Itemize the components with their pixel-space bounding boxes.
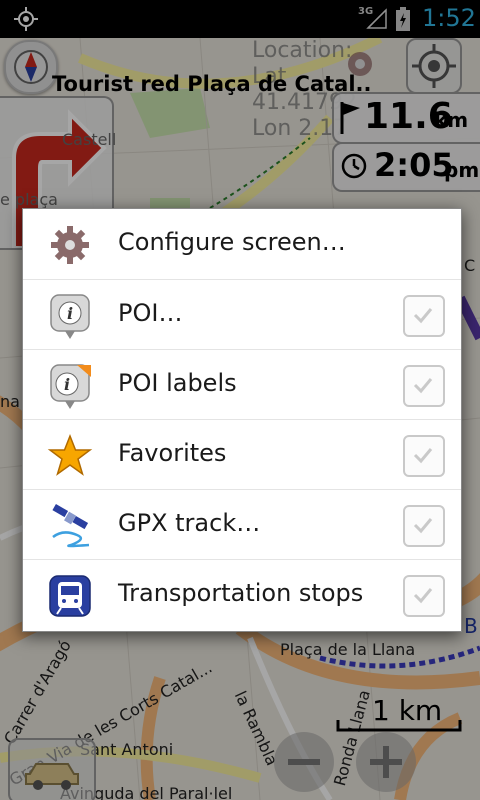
star-icon bbox=[47, 433, 93, 476]
satellite-icon bbox=[52, 504, 90, 548]
menu-item-label: POI… bbox=[118, 299, 183, 327]
menu-item-label: POI labels bbox=[118, 369, 237, 397]
check-icon bbox=[413, 308, 433, 324]
menu-item-poi-labels[interactable]: i POI labels bbox=[23, 349, 461, 420]
favorites-checkbox[interactable] bbox=[403, 435, 445, 477]
gpx-track-checkbox[interactable] bbox=[403, 505, 445, 547]
menu-item-label: Favorites bbox=[118, 439, 227, 467]
menu-item-label: GPX track… bbox=[118, 509, 261, 537]
menu-item-transportation-stops[interactable]: Transportation stops bbox=[23, 559, 461, 630]
menu-item-poi[interactable]: i POI… bbox=[23, 279, 461, 350]
check-icon bbox=[413, 378, 433, 394]
menu-item-favorites[interactable]: Favorites bbox=[23, 419, 461, 490]
poi-info-icon: i bbox=[50, 294, 90, 339]
check-icon bbox=[413, 448, 433, 464]
poi-labels-icon: i bbox=[50, 364, 91, 409]
gear-icon bbox=[51, 226, 89, 264]
poi-checkbox[interactable] bbox=[403, 295, 445, 337]
menu-item-configure-screen[interactable]: Configure screen… bbox=[23, 209, 461, 279]
menu-item-label: Configure screen… bbox=[118, 228, 346, 256]
menu-item-label: Transportation stops bbox=[118, 579, 364, 607]
poi-labels-checkbox[interactable] bbox=[403, 365, 445, 407]
transportation-stops-checkbox[interactable] bbox=[403, 575, 445, 617]
check-icon bbox=[413, 588, 433, 604]
layers-menu-dialog: Configure screen… i POI… i POI labels Fa… bbox=[22, 208, 462, 632]
svg-text:i: i bbox=[64, 375, 70, 394]
check-icon bbox=[413, 518, 433, 534]
menu-item-gpx-track[interactable]: GPX track… bbox=[23, 489, 461, 560]
svg-text:i: i bbox=[67, 304, 73, 323]
train-icon bbox=[49, 575, 91, 617]
